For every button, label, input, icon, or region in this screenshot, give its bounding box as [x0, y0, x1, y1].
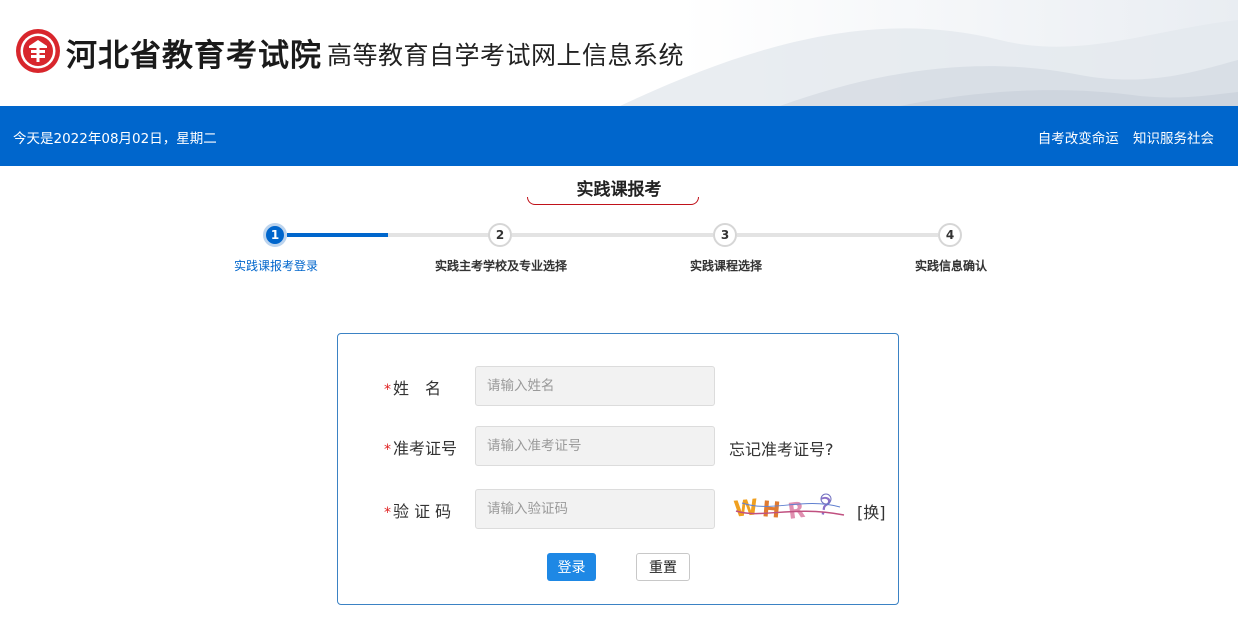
forgot-ticket-link[interactable]: 忘记准考证号? [729, 436, 834, 460]
step-4-circle: 4 [938, 223, 962, 247]
slogan-2: 知识服务社会 [1133, 131, 1214, 147]
name-row: * 姓 名 [338, 366, 898, 406]
ticket-label: * 准考证号 [384, 435, 457, 459]
slogan: 自考改变命运 知识服务社会 [1028, 127, 1214, 147]
required-mark: * [384, 442, 391, 458]
captcha-label-text: 验 证 码 [393, 502, 452, 521]
slogan-1: 自考改变命运 [1037, 131, 1119, 147]
captcha-label: * 验 证 码 [384, 498, 451, 522]
captcha-image[interactable]: W H R ? [732, 489, 848, 529]
top-info-bar: 今天是2022年08月02日，星期二 自考改变命运 知识服务社会 [0, 106, 1238, 166]
svg-text:W: W [733, 495, 760, 522]
step-4-label: 实践信息确认 [914, 259, 988, 273]
required-mark: * [384, 382, 391, 398]
captcha-refresh-link[interactable]: [换] [857, 499, 886, 523]
required-mark: * [384, 505, 391, 521]
title-underline-decoration [527, 197, 699, 205]
ticket-row: *准考证号 忘记准考证号? [338, 426, 898, 466]
step-line-3 [737, 233, 938, 237]
step-3-label: 实践课程选择 [689, 259, 763, 273]
svg-text:H: H [761, 497, 782, 524]
system-name: 高等教育自学考试网上信息系统 [327, 41, 685, 70]
step-line-2 [512, 233, 713, 237]
step-progress: 1 2 3 4 实践课报考登录 实践主考学校及专业选择 实践课程选择 实践信息确… [0, 220, 1238, 280]
login-button[interactable]: 登录 [547, 553, 596, 581]
name-input[interactable] [475, 366, 715, 406]
name-label-text: 姓 名 [393, 379, 442, 398]
ticket-label-text: 准考证号 [393, 439, 458, 458]
exam-authority-seal-icon [16, 29, 60, 73]
step-3-circle: 3 [713, 223, 737, 247]
step-2-label: 实践主考学校及专业选择 [434, 259, 568, 273]
site-header: 河北省教育考试院 高等教育自学考试网上信息系统 [0, 0, 1238, 106]
captcha-row: *验 证 码 W H R ? [换] [338, 489, 898, 529]
step-2-circle: 2 [488, 223, 512, 247]
reset-button[interactable]: 重置 [636, 553, 690, 581]
step-line-1-active [287, 233, 388, 237]
step-1-label: 实践课报考登录 [233, 259, 319, 273]
login-form: *姓 名 *准考证号 忘记准考证号? *验 证 码 W H R ? [换] 登录… [337, 333, 899, 605]
step-line-1 [388, 233, 500, 237]
ticket-number-input[interactable] [475, 426, 715, 466]
captcha-input[interactable] [475, 489, 715, 529]
name-label: * 姓 名 [384, 375, 441, 399]
current-date: 今天是2022年08月02日，星期二 [13, 131, 217, 147]
org-name: 河北省教育考试院 [66, 38, 322, 74]
step-1-circle: 1 [263, 223, 287, 247]
